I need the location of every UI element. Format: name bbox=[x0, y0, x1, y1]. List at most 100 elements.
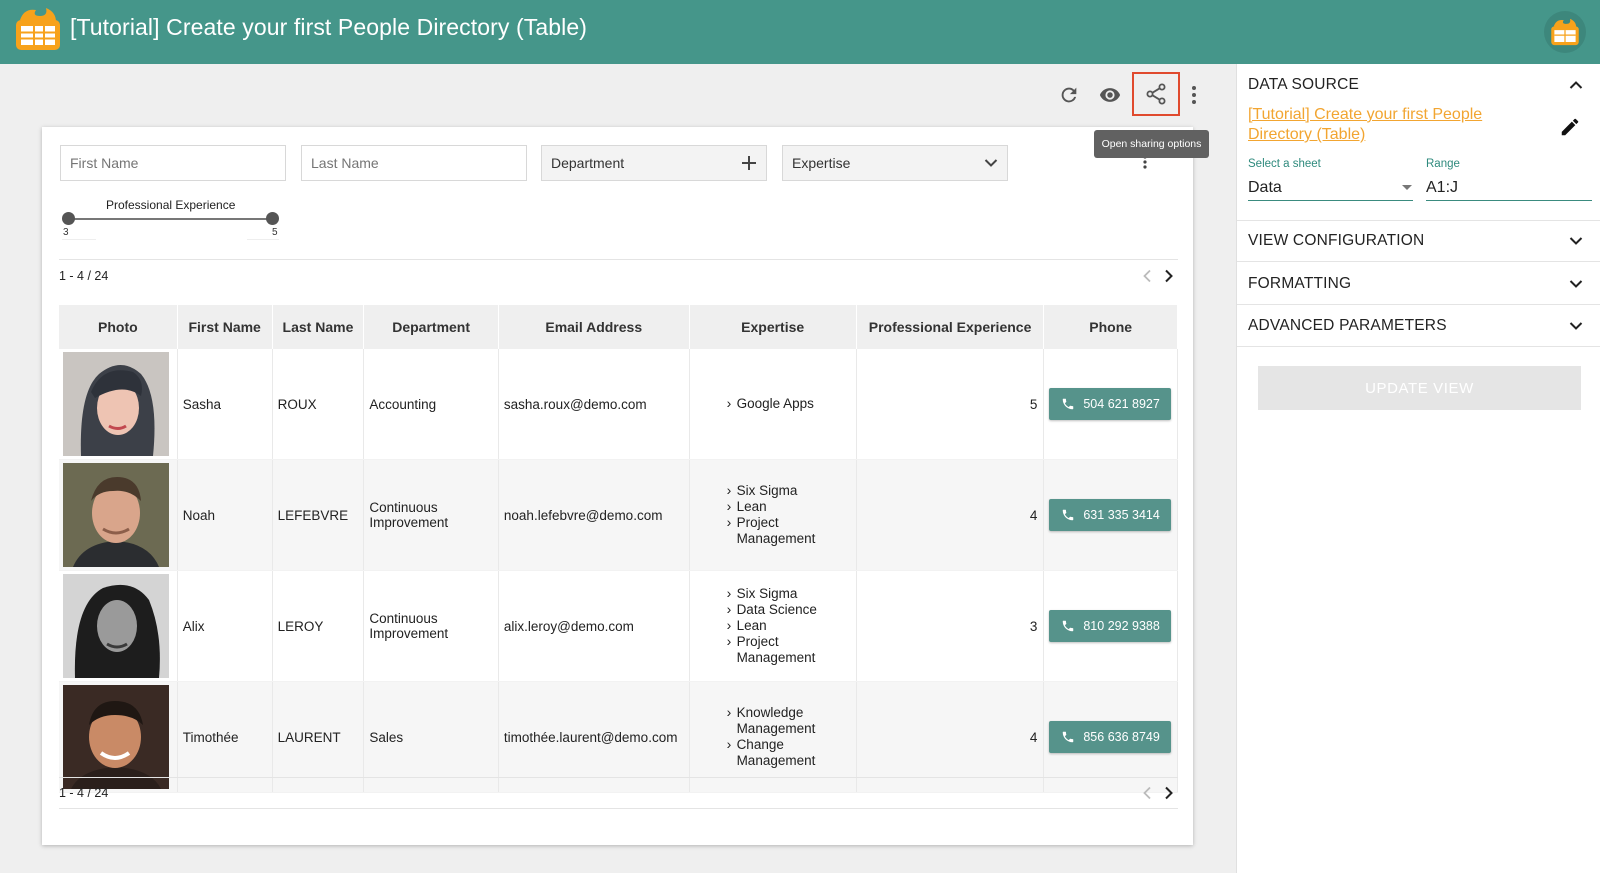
eye-icon bbox=[1099, 88, 1121, 102]
column-header-photo[interactable]: Photo bbox=[59, 305, 178, 349]
phone-cell: 810 292 9388 bbox=[1043, 570, 1178, 682]
section-title: ADVANCED PARAMETERS bbox=[1248, 316, 1447, 334]
section-title: DATA SOURCE bbox=[1248, 76, 1360, 93]
expertise-item: Project Management bbox=[727, 633, 851, 666]
photo-cell bbox=[59, 459, 178, 571]
slider-underline bbox=[247, 239, 279, 240]
column-header-expertise[interactable]: Expertise bbox=[689, 305, 857, 349]
first-name-cell: Timothée bbox=[177, 681, 273, 793]
app-title: [Tutorial] Create your first People Dire… bbox=[70, 14, 588, 40]
experience-slider-track[interactable] bbox=[68, 218, 278, 220]
chevron-right-icon[interactable] bbox=[1164, 786, 1174, 800]
phone-cell: 856 636 8749 bbox=[1043, 681, 1178, 793]
expertise-item: Six Sigma bbox=[727, 585, 851, 602]
expertise-filter[interactable]: Expertise bbox=[782, 145, 1008, 181]
experience-cell: 3 bbox=[856, 570, 1045, 682]
pencil-icon bbox=[1561, 118, 1579, 136]
phone-number: 631 335 3414 bbox=[1083, 508, 1160, 522]
expertise-item: Knowledge Management bbox=[727, 704, 851, 737]
first-name-cell: Noah bbox=[177, 459, 273, 571]
sheet-select[interactable]: Data bbox=[1248, 176, 1413, 201]
sheet-select-value: Data bbox=[1248, 179, 1282, 196]
column-header-first-name[interactable]: First Name bbox=[177, 305, 273, 349]
department-filter[interactable]: Department bbox=[541, 145, 767, 181]
call-button[interactable]: 631 335 3414 bbox=[1049, 499, 1171, 531]
call-button[interactable]: 856 636 8749 bbox=[1049, 721, 1171, 753]
account-avatar[interactable] bbox=[1544, 11, 1586, 53]
slider-min-handle[interactable] bbox=[62, 212, 75, 225]
pagination-top: 1 - 4 / 24 bbox=[59, 259, 1178, 291]
department-cell: Sales bbox=[363, 681, 499, 793]
call-button[interactable]: 504 621 8927 bbox=[1049, 388, 1171, 420]
last-name-filter[interactable] bbox=[301, 145, 527, 181]
first-name-filter[interactable] bbox=[60, 145, 286, 181]
table-header-row: Photo First Name Last Name Department Em… bbox=[59, 305, 1178, 349]
expertise-item: Lean bbox=[727, 498, 851, 515]
app-logo-icon bbox=[14, 6, 62, 52]
pagination-bottom: 1 - 4 / 24 bbox=[59, 777, 1178, 809]
table-row[interactable]: Noah LEFEBVRE Continuous Improvement noa… bbox=[59, 459, 1178, 571]
column-header-email[interactable]: Email Address bbox=[498, 305, 690, 349]
section-view-configuration[interactable]: VIEW CONFIGURATION bbox=[1237, 220, 1600, 262]
call-button[interactable]: 810 292 9388 bbox=[1049, 610, 1171, 642]
expertise-cell: Knowledge Management Change Management bbox=[689, 681, 857, 793]
slider-max-value: 5 bbox=[272, 227, 278, 238]
expertise-item: Lean bbox=[727, 617, 851, 634]
expertise-cell: Google Apps bbox=[689, 349, 857, 460]
slider-max-handle[interactable] bbox=[266, 212, 279, 225]
column-header-experience[interactable]: Professional Experience bbox=[856, 305, 1045, 349]
chevron-left-icon[interactable] bbox=[1142, 269, 1152, 283]
section-advanced-parameters[interactable]: ADVANCED PARAMETERS bbox=[1237, 305, 1600, 347]
last-name-cell: LEROY bbox=[272, 570, 365, 682]
phone-icon bbox=[1063, 620, 1074, 632]
table-row[interactable]: Timothée LAURENT Sales timothée.laurent@… bbox=[59, 681, 1178, 793]
phone-cell: 631 335 3414 bbox=[1043, 459, 1178, 571]
expertise-item: Change Management bbox=[727, 736, 851, 769]
chevron-down-icon bbox=[1569, 279, 1583, 288]
chevron-left-icon[interactable] bbox=[1142, 786, 1152, 800]
data-source-link[interactable]: [Tutorial] Create your first People Dire… bbox=[1248, 105, 1538, 145]
experience-cell: 4 bbox=[856, 681, 1045, 793]
edit-source-button[interactable] bbox=[1559, 116, 1581, 138]
slider-underline bbox=[62, 239, 96, 240]
plus-icon bbox=[742, 156, 756, 170]
column-header-last-name[interactable]: Last Name bbox=[272, 305, 365, 349]
share-tooltip: Open sharing options bbox=[1094, 130, 1209, 158]
photo-cell bbox=[59, 681, 178, 793]
department-filter-label: Department bbox=[551, 155, 625, 171]
preview-button[interactable] bbox=[1093, 78, 1127, 112]
directory-card: Department Expertise Professional Experi… bbox=[42, 127, 1193, 845]
column-header-phone[interactable]: Phone bbox=[1043, 305, 1178, 349]
app-header: [Tutorial] Create your first People Dire… bbox=[0, 0, 1600, 64]
chevron-up-icon bbox=[1569, 81, 1583, 89]
experience-cell: 4 bbox=[856, 459, 1045, 571]
phone-cell: 504 621 8927 bbox=[1043, 349, 1178, 460]
expertise-item: Project Management bbox=[727, 514, 851, 547]
range-label: Range bbox=[1426, 158, 1460, 170]
expertise-item: Data Science bbox=[727, 601, 851, 618]
department-cell: Accounting bbox=[363, 349, 499, 460]
table-row[interactable]: Alix LEROY Continuous Improvement alix.l… bbox=[59, 570, 1178, 682]
expertise-item: Google Apps bbox=[727, 395, 851, 412]
pagination-label: 1 - 4 / 24 bbox=[59, 268, 109, 283]
phone-icon bbox=[1063, 398, 1074, 410]
app-logo-small-icon bbox=[1551, 18, 1579, 46]
people-table: Photo First Name Last Name Department Em… bbox=[59, 305, 1178, 793]
range-input[interactable]: A1:J bbox=[1426, 176, 1592, 201]
settings-panel: DATA SOURCE [Tutorial] Create your first… bbox=[1236, 64, 1600, 873]
update-view-button[interactable]: UPDATE VIEW bbox=[1258, 366, 1581, 410]
more-options-button[interactable] bbox=[1177, 78, 1211, 112]
expertise-cell: Six Sigma Lean Project Management bbox=[689, 459, 857, 571]
last-name-cell: LAURENT bbox=[272, 681, 365, 793]
column-header-department[interactable]: Department bbox=[363, 305, 499, 349]
section-formatting[interactable]: FORMATTING bbox=[1237, 263, 1600, 305]
chevron-right-icon[interactable] bbox=[1164, 269, 1174, 283]
photo-cell bbox=[59, 570, 178, 682]
section-data-source[interactable]: DATA SOURCE bbox=[1237, 64, 1600, 106]
experience-cell: 5 bbox=[856, 349, 1045, 460]
phone-number: 504 621 8927 bbox=[1083, 397, 1160, 411]
avatar bbox=[63, 685, 169, 789]
table-row[interactable]: Sasha ROUX Accounting sasha.roux@demo.co… bbox=[59, 349, 1178, 460]
refresh-button[interactable] bbox=[1052, 78, 1086, 112]
range-value: A1:J bbox=[1426, 179, 1459, 196]
